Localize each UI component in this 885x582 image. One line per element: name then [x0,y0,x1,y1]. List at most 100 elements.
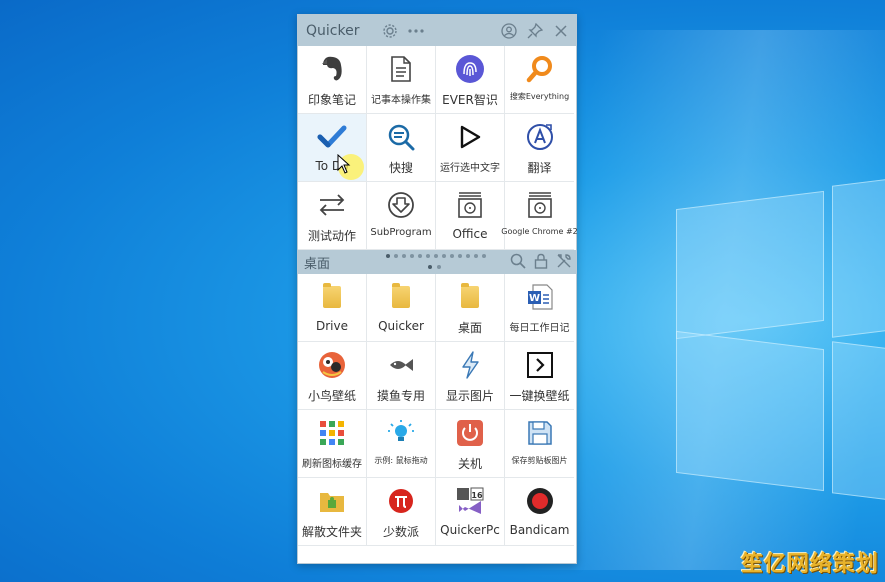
swap-arrows-icon [317,190,347,220]
action-quick-search[interactable]: 快搜 [367,114,436,182]
action-label: EVER智识 [442,93,498,107]
action-search-everything[interactable]: 搜索Everything [505,46,574,114]
action-save-clipboard-image[interactable]: 保存剪贴板图片 [505,410,574,478]
more-icon[interactable] [407,22,425,40]
action-sspai[interactable]: 少数派 [367,478,436,546]
action-label: Quicker [378,319,424,333]
vs-icon: 16 [455,486,485,516]
search-everything-icon [525,54,555,84]
action-label: 快搜 [388,161,413,175]
action-label: 摸鱼专用 [376,389,425,403]
power-icon [455,418,485,448]
action-office[interactable]: Office [436,182,505,250]
action-change-wallpaper[interactable]: 一键换壁纸 [505,342,574,410]
action-label: Office [452,227,488,241]
action-label: 小鸟壁纸 [307,389,356,403]
todo-check-icon [317,122,347,152]
action-label: 搜索Everything [509,92,570,101]
close-icon[interactable] [552,22,570,40]
action-show-image[interactable]: 显示图片 [436,342,505,410]
puzzle-folder-icon [317,486,347,516]
action-refresh-icon-cache[interactable]: 刷新图标缓存 [298,410,367,478]
action-label: 记事本操作集 [371,95,431,106]
action-moyu[interactable]: 摸鱼专用 [367,342,436,410]
section-title: 桌面 [304,256,331,272]
action-quicker-folder[interactable]: Quicker [367,274,436,342]
window-title: Quicker [306,22,360,39]
action-label: Bandicam [509,523,570,537]
search-icon[interactable] [510,253,526,273]
download-circle-icon [386,190,416,220]
action-bandicam[interactable]: Bandicam [505,478,574,546]
action-evernote[interactable]: 印象笔记 [298,46,367,114]
tools-icon[interactable] [556,253,572,273]
action-notepad[interactable]: 记事本操作集 [367,46,436,114]
action-run-selected-text[interactable]: 运行选中文字 [436,114,505,182]
action-shutdown[interactable]: 关机 [436,410,505,478]
record-icon [525,486,555,516]
action-desktop-folder[interactable]: 桌面 [436,274,505,342]
office-box-icon [455,190,485,220]
lightbulb-icon [386,418,416,448]
action-bird-wallpaper[interactable]: 小鸟壁纸 [298,342,367,410]
quick-search-icon [386,122,416,152]
action-label: SubProgram [370,227,432,238]
action-label: 保存剪贴板图片 [511,456,568,465]
action-label: 印象笔记 [307,93,356,107]
lightning-icon [455,350,485,380]
floppy-icon [525,418,555,448]
action-label: 少数派 [382,525,419,539]
action-label: 一键换壁纸 [509,389,570,403]
translate-icon [525,122,555,152]
action-label: Google Chrome #2 [501,227,578,236]
action-drive[interactable]: Drive [298,274,367,342]
action-ever-zhishi[interactable]: EVER智识 [436,46,505,114]
svg-text:16: 16 [471,491,483,500]
action-google-chrome-2[interactable]: Google Chrome #2 [501,182,578,250]
action-label: 桌面 [457,321,482,335]
folder-icon [455,282,485,312]
bird-wallpaper-icon [317,350,347,380]
watermark: 笙亿网络策划 [740,552,879,577]
page-indicator-top[interactable] [386,254,486,258]
action-label: Drive [316,319,348,333]
action-label: 刷新图标缓存 [302,459,362,470]
action-mouse-drag-example[interactable]: 示例: 鼠标拖动 [367,410,436,478]
word-doc-icon: W [525,282,555,312]
evernote-icon [317,54,347,84]
action-label: 测试动作 [307,229,356,243]
section-bar: 桌面 [298,250,576,274]
action-subprogram[interactable]: SubProgram [367,182,436,250]
quicker-panel: Quicker 印象笔记 记事本操作集 EVER智识 搜索Everything … [297,14,578,564]
title-bar: Quicker [298,15,576,46]
action-label: 运行选中文字 [440,163,500,174]
action-label: 解散文件夹 [301,525,362,539]
sspai-icon [386,486,416,516]
action-label: 显示图片 [445,389,494,403]
pin-icon[interactable] [526,22,544,40]
action-label: 示例: 鼠标拖动 [374,456,428,465]
action-label: 每日工作日记 [509,323,570,334]
action-test[interactable]: 测试动作 [298,182,367,250]
action-dissolve-folder[interactable]: 解散文件夹 [298,478,367,546]
action-grid-top: 印象笔记 记事本操作集 EVER智识 搜索Everything To Do 快搜… [298,46,578,250]
lock-icon[interactable] [534,253,548,273]
fingerprint-icon [455,54,485,84]
gear-icon[interactable] [381,22,399,40]
user-icon[interactable] [500,22,518,40]
folder-icon [317,282,347,312]
notepad-icon [386,54,416,84]
action-translate[interactable]: 翻译 [505,114,574,182]
action-label: QuickerPc [440,523,500,537]
action-label: 翻译 [527,161,552,175]
play-icon [455,122,485,152]
action-grid-bottom: Drive Quicker 桌面 W 每日工作日记 小鸟壁纸 摸鱼专用 显示图片… [298,274,576,546]
action-label: 关机 [457,457,482,471]
action-daily-log[interactable]: W 每日工作日记 [505,274,574,342]
svg-text:W: W [528,293,539,304]
folder-icon [386,282,416,312]
page-indicator-bottom[interactable] [428,265,441,269]
icon-grid-icon [317,418,347,448]
action-quickerpc[interactable]: 16 QuickerPc [436,478,505,546]
mouse-cursor-icon [337,153,351,179]
